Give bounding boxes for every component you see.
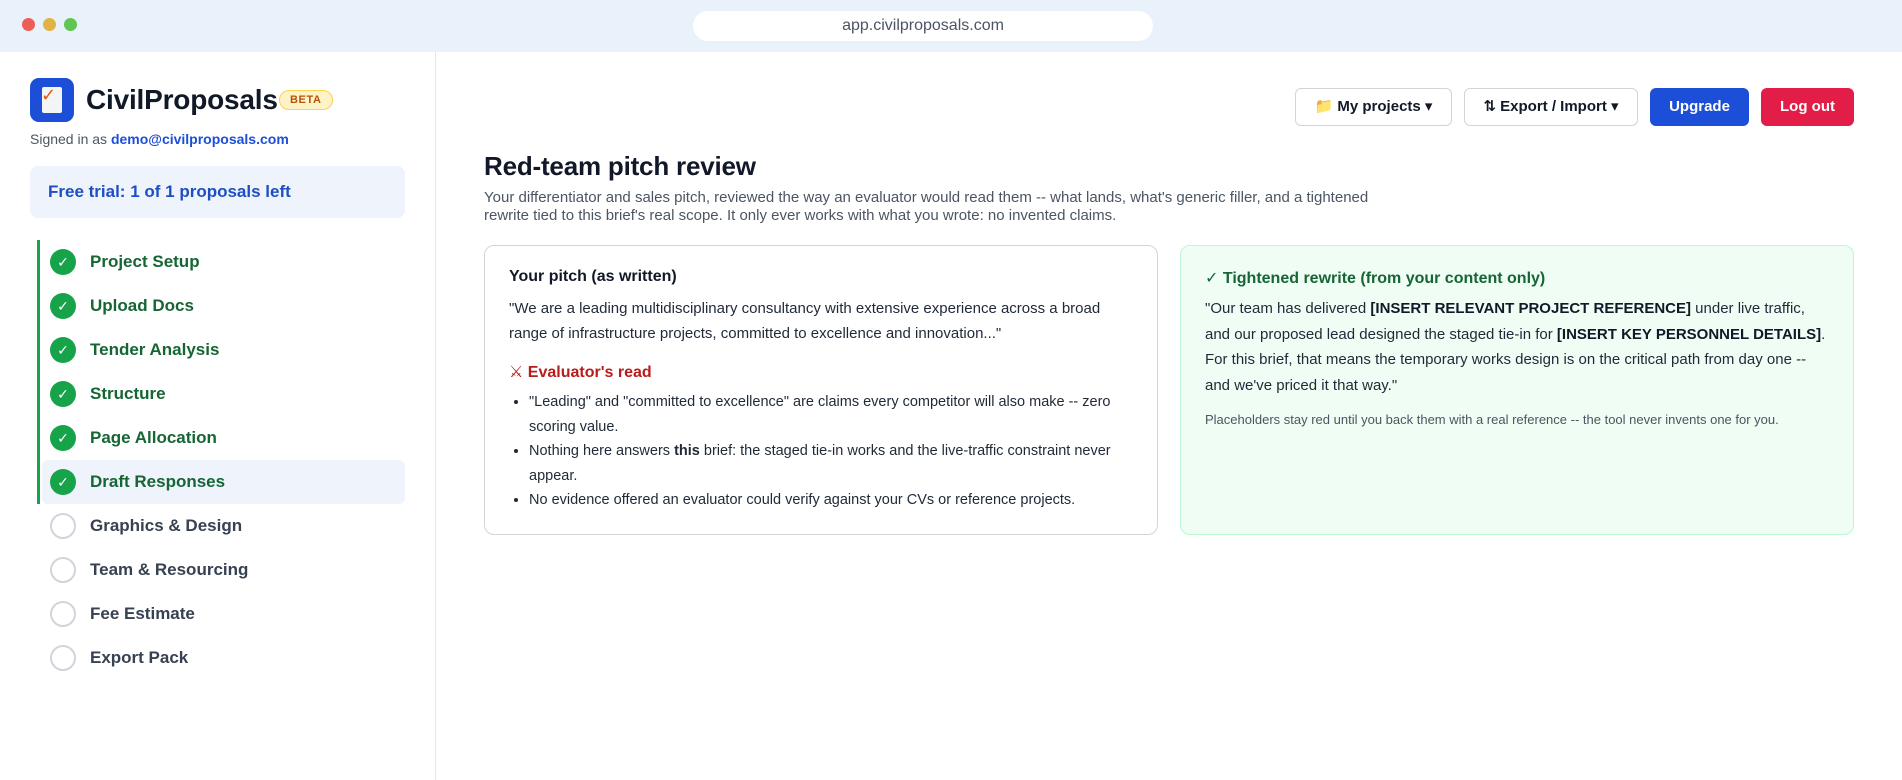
- my-projects-button[interactable]: 📁 My projects ▾: [1295, 88, 1452, 126]
- check-circle-icon: ✓: [50, 425, 76, 451]
- step-team-resourcing[interactable]: Team & Resourcing: [42, 548, 405, 592]
- workflow-steps: ✓ Project Setup ✓ Upload Docs ✓ Tender A…: [37, 240, 405, 680]
- evaluator-points: "Leading" and "committed to excellence" …: [529, 390, 1129, 513]
- step-page-allocation[interactable]: ✓ Page Allocation: [42, 416, 405, 460]
- step-label: Team & Resourcing: [90, 560, 249, 579]
- placeholder-key-personnel: [INSERT KEY PERSONNEL DETAILS]: [1556, 325, 1822, 343]
- empty-circle-icon: [50, 601, 76, 627]
- step-graphics-design[interactable]: Graphics & Design: [42, 504, 405, 548]
- step-label: Page Allocation: [90, 428, 217, 447]
- browser-chrome: app.civilproposals.com: [0, 0, 1902, 52]
- app-logo: ✓: [30, 78, 74, 122]
- trial-banner: Free trial: 1 of 1 proposals left: [30, 166, 405, 218]
- address-bar[interactable]: app.civilproposals.com: [693, 11, 1153, 41]
- check-circle-icon: ✓: [50, 337, 76, 363]
- signed-in-text: Signed in as demo@civilproposals.com: [30, 131, 289, 147]
- step-export-pack[interactable]: Export Pack: [42, 636, 405, 680]
- account-email: demo@civilproposals.com: [110, 131, 289, 147]
- original-pitch-card: Your pitch (as written) "We are a leadin…: [484, 245, 1158, 535]
- step-label: Fee Estimate: [90, 604, 195, 623]
- check-circle-icon: ✓: [50, 381, 76, 407]
- window-maximize-dot[interactable]: [64, 18, 77, 31]
- sidebar: ✓ CivilProposals BETA Signed in as demo@…: [0, 52, 436, 780]
- step-label: Tender Analysis: [90, 340, 220, 359]
- rewrite-text: "Our team has delivered [INSERT RELEVANT…: [1205, 300, 1826, 394]
- step-label: Structure: [90, 384, 166, 403]
- step-label: Draft Responses: [90, 472, 226, 491]
- step-fee-estimate[interactable]: Fee Estimate: [42, 592, 405, 636]
- list-item: Nothing here answers this brief: the sta…: [529, 439, 1129, 488]
- empty-circle-icon: [50, 645, 76, 671]
- empty-circle-icon: [50, 557, 76, 583]
- window-minimize-dot[interactable]: [43, 18, 56, 31]
- step-structure[interactable]: ✓ Structure: [42, 372, 405, 416]
- step-upload-docs[interactable]: ✓ Upload Docs: [42, 284, 405, 328]
- step-label: Upload Docs: [90, 296, 194, 315]
- step-label: Export Pack: [90, 648, 189, 667]
- step-draft-responses[interactable]: ✓ Draft Responses: [42, 460, 405, 504]
- placeholder-note: Placeholders stay red until you back the…: [1205, 412, 1779, 427]
- export-import-button[interactable]: ⇅ Export / Import ▾: [1464, 88, 1638, 126]
- step-tender-analysis[interactable]: ✓ Tender Analysis: [42, 328, 405, 372]
- original-pitch-title: Your pitch (as written): [509, 268, 677, 285]
- placeholder-project-reference: [INSERT RELEVANT PROJECT REFERENCE]: [1370, 300, 1691, 317]
- step-label: Project Setup: [90, 252, 200, 271]
- window-close-dot[interactable]: [22, 18, 35, 31]
- progress-line: [37, 240, 40, 504]
- list-item: "Leading" and "committed to excellence" …: [529, 390, 1129, 439]
- check-circle-icon: ✓: [50, 293, 76, 319]
- brand-name: CivilProposals: [86, 84, 278, 115]
- logout-button[interactable]: Log out: [1761, 88, 1854, 126]
- empty-circle-icon: [50, 513, 76, 539]
- rewrite-card: ✓ Tightened rewrite (from your content o…: [1180, 245, 1854, 535]
- list-item: No evidence offered an evaluator could v…: [529, 488, 1129, 513]
- evaluator-read-title: ⚔ Evaluator's read: [509, 364, 652, 381]
- beta-badge: BETA: [279, 90, 333, 110]
- step-label: Graphics & Design: [90, 516, 243, 535]
- page-title: Red-team pitch review: [484, 151, 756, 181]
- page-subtitle: Your differentiator and sales pitch, rev…: [484, 189, 1369, 224]
- upgrade-button[interactable]: Upgrade: [1650, 88, 1749, 126]
- check-circle-icon: ✓: [50, 469, 76, 495]
- check-circle-icon: ✓: [50, 249, 76, 275]
- original-pitch-text: "We are a leading multidisciplinary cons…: [509, 300, 1101, 342]
- step-project-setup[interactable]: ✓ Project Setup: [42, 240, 405, 284]
- rewrite-title: ✓ Tightened rewrite (from your content o…: [1205, 270, 1546, 287]
